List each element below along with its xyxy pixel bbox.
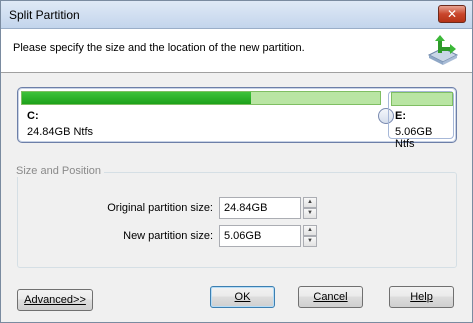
- advanced-button[interactable]: Advanced>>: [17, 289, 93, 311]
- new-size-label: New partition size:: [123, 230, 213, 242]
- partition-e-letter: E:: [395, 110, 406, 122]
- new-size-stepper[interactable]: 5.06GB ▲ ▼: [219, 225, 319, 247]
- partition-e-usage-bar: [391, 92, 453, 106]
- new-size-up-button[interactable]: ▲: [303, 225, 317, 236]
- close-button[interactable]: ✕: [438, 5, 466, 23]
- help-button[interactable]: Help: [389, 286, 454, 308]
- partition-e[interactable]: E: 5.06GB Ntfs: [388, 91, 454, 150]
- original-size-stepper[interactable]: 24.84GB ▲ ▼: [219, 197, 319, 219]
- window-title: Split Partition: [9, 8, 80, 22]
- size-position-group: [17, 172, 457, 268]
- split-partition-icon: [427, 35, 459, 65]
- partition-c[interactable]: C: 24.84GB Ntfs: [21, 91, 381, 139]
- new-size-input[interactable]: 5.06GB: [219, 225, 301, 247]
- ok-button[interactable]: OK: [210, 286, 275, 308]
- cancel-button[interactable]: Cancel: [298, 286, 363, 308]
- disk-partition-map[interactable]: C: 24.84GB Ntfs E: 5.06GB Ntfs: [17, 87, 457, 150]
- partition-e-info: 5.06GB Ntfs: [395, 126, 433, 150]
- original-size-input[interactable]: 24.84GB: [219, 197, 301, 219]
- instruction-text: Please specify the size and the location…: [13, 42, 305, 54]
- title-bar[interactable]: Split Partition ✕: [1, 1, 472, 29]
- partition-c-usage-fill: [22, 92, 252, 104]
- split-partition-dialog: Split Partition ✕ Please specify the siz…: [0, 0, 473, 323]
- dialog-header: Please specify the size and the location…: [1, 29, 472, 73]
- partition-c-letter: C:: [27, 110, 39, 122]
- partition-c-usage-bar: [21, 91, 381, 105]
- original-size-label: Original partition size:: [107, 202, 213, 214]
- close-icon: ✕: [446, 7, 458, 21]
- original-size-down-button[interactable]: ▼: [303, 208, 317, 219]
- new-size-down-button[interactable]: ▼: [303, 236, 317, 247]
- original-size-up-button[interactable]: ▲: [303, 197, 317, 208]
- size-position-group-title: Size and Position: [13, 165, 104, 177]
- partition-c-info: 24.84GB Ntfs: [27, 126, 94, 138]
